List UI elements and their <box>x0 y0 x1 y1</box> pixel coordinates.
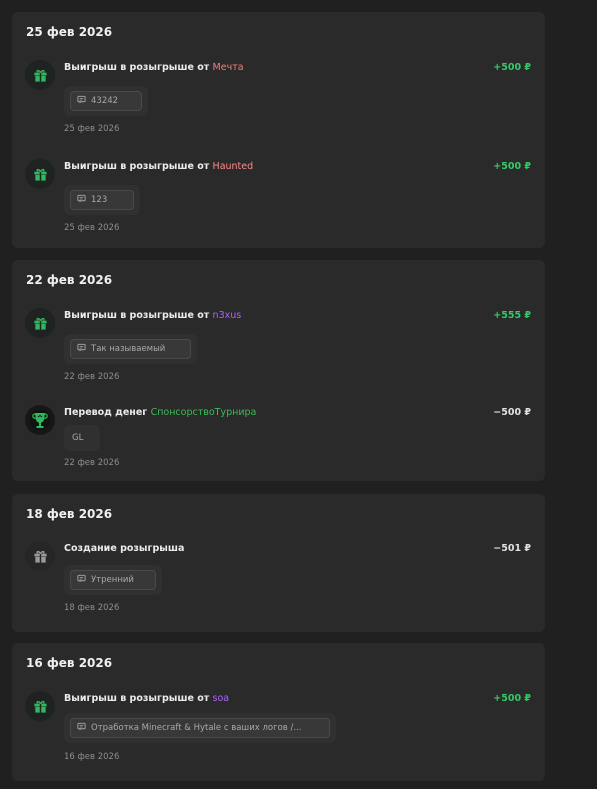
transaction-title: Выигрыш в розыгрыше от Мечта <box>64 62 244 73</box>
transaction-date: 18 фев 2026 <box>64 603 120 613</box>
group-date: 25 фев 2026 <box>26 25 113 39</box>
transaction-amount: +500 ₽ <box>493 693 531 704</box>
transaction-item[interactable]: Выигрыш в розыгрыше от soa +500 ₽ Отрабо… <box>12 691 545 775</box>
comment-bubble: Утренний <box>64 565 162 595</box>
transaction-title: Выигрыш в розыгрыше от Haunted <box>64 161 254 172</box>
comment-chip: 123 <box>70 190 134 210</box>
comment-icon <box>77 343 86 355</box>
transaction-title: Перевод денег СпонсорствоТурнира <box>64 407 257 418</box>
comment-bubble: Отработка Minecraft & Hytale с ваших лог… <box>64 713 336 743</box>
group-date: 22 фев 2026 <box>26 273 113 287</box>
comment-chip: 43242 <box>70 91 142 111</box>
transaction-title: Создание розыгрыша <box>64 543 185 554</box>
comment-bubble: Так называемый <box>64 334 197 364</box>
transaction-group: 25 фев 2026 Выигрыш в розыгрыше от Мечта… <box>12 12 545 248</box>
transaction-date: 22 фев 2026 <box>64 458 120 468</box>
transaction-group: 18 фев 2026 Создание розыгрыша −501 ₽ Ут… <box>12 494 545 632</box>
gift-icon <box>25 159 55 189</box>
group-date: 18 фев 2026 <box>26 507 113 521</box>
comment-icon <box>77 722 86 734</box>
transaction-group: 16 фев 2026 Выигрыш в розыгрыше от soa +… <box>12 643 545 781</box>
comment-icon <box>77 574 86 586</box>
transaction-title: Выигрыш в розыгрыше от n3xus <box>64 310 242 321</box>
transaction-title: Выигрыш в розыгрыше от soa <box>64 693 230 704</box>
user-link[interactable]: n3xus <box>213 310 242 321</box>
comment-chip: Отработка Minecraft & Hytale с ваших лог… <box>70 718 330 738</box>
comment-bubble: 43242 <box>64 86 148 116</box>
transaction-amount: −501 ₽ <box>493 543 531 554</box>
comment-text: GL <box>72 433 84 443</box>
transaction-amount: +500 ₽ <box>493 161 531 172</box>
comment-icon <box>77 194 86 206</box>
transaction-date: 25 фев 2026 <box>64 223 120 233</box>
transaction-item[interactable]: Перевод денег СпонсорствоТурнира −500 ₽ … <box>12 405 545 475</box>
transaction-group: 22 фев 2026 Выигрыш в розыгрыше от n3xus… <box>12 260 545 481</box>
transaction-item[interactable]: Выигрыш в розыгрыше от Мечта +500 ₽ 4324… <box>12 60 545 144</box>
comment-text: 43242 <box>91 96 119 106</box>
transaction-amount: +500 ₽ <box>493 62 531 73</box>
comment-bubble: 123 <box>64 185 140 215</box>
comment-bubble: GL <box>64 425 100 451</box>
user-link[interactable]: Haunted <box>213 161 254 172</box>
transaction-amount: +555 ₽ <box>493 310 531 321</box>
transaction-amount: −500 ₽ <box>493 407 531 418</box>
transaction-item[interactable]: Выигрыш в розыгрыше от Haunted +500 ₽ 12… <box>12 159 545 243</box>
transaction-item[interactable]: Создание розыгрыша −501 ₽ Утренний 18 фе… <box>12 541 545 625</box>
transaction-date: 22 фев 2026 <box>64 372 120 382</box>
user-link[interactable]: Мечта <box>213 62 244 73</box>
comment-chip: GL <box>70 430 94 446</box>
user-link[interactable]: soa <box>213 693 230 704</box>
gift-icon <box>25 308 55 338</box>
transaction-date: 25 фев 2026 <box>64 124 120 134</box>
group-date: 16 фев 2026 <box>26 656 113 670</box>
gift-icon <box>25 691 55 721</box>
user-link[interactable]: СпонсорствоТурнира <box>151 407 257 418</box>
comment-text: 123 <box>91 195 108 205</box>
gift-icon <box>25 60 55 90</box>
trophy-avatar-icon <box>25 405 55 435</box>
comment-icon <box>77 95 86 107</box>
transaction-date: 16 фев 2026 <box>64 752 120 762</box>
comment-text: Отработка Minecraft & Hytale с ваших лог… <box>91 723 302 733</box>
comment-chip: Утренний <box>70 570 156 590</box>
transaction-item[interactable]: Выигрыш в розыгрыше от n3xus +555 ₽ Так … <box>12 308 545 392</box>
gift-icon <box>25 541 55 571</box>
comment-text: Так называемый <box>91 344 166 354</box>
comment-chip: Так называемый <box>70 339 191 359</box>
comment-text: Утренний <box>91 575 134 585</box>
